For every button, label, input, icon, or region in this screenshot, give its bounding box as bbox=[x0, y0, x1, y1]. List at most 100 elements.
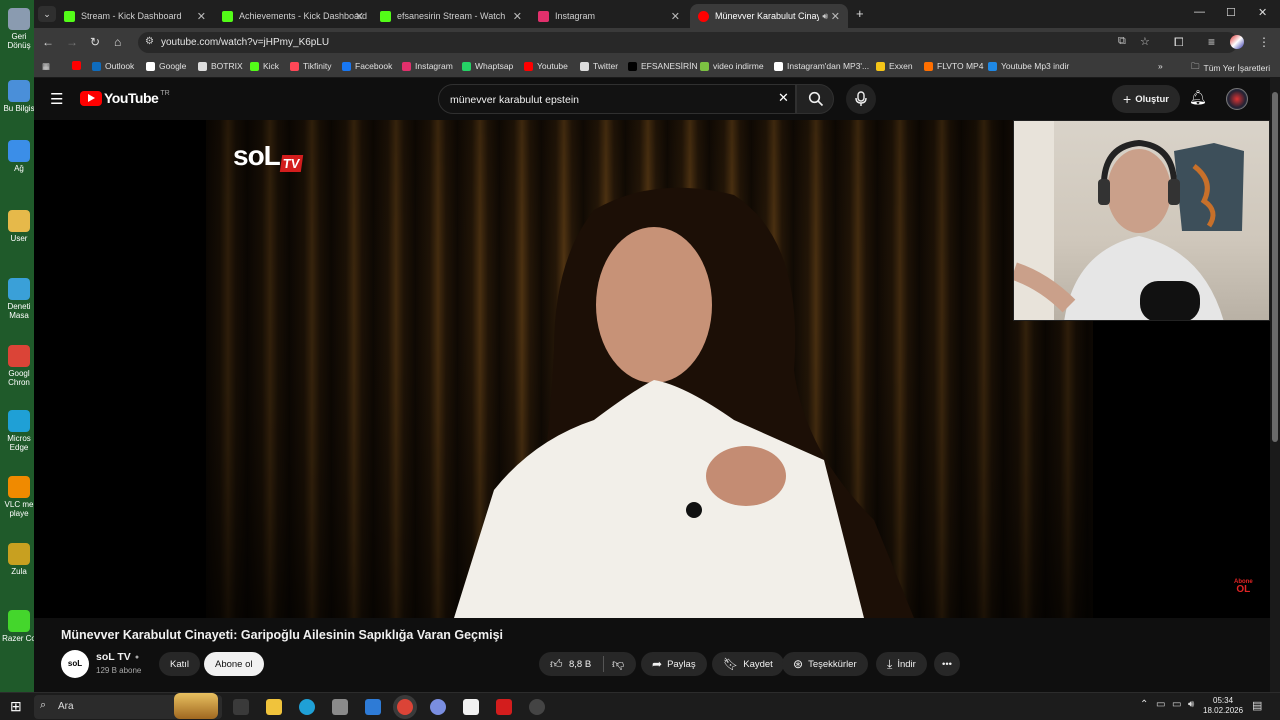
download-button[interactable]: ⤓ İndir bbox=[876, 652, 927, 676]
join-button[interactable]: Katıl bbox=[159, 652, 201, 676]
omnibox[interactable]: ⚙︎ youtube.com/watch?v=jHPmy_K6pLU ⧉ ☆ bbox=[138, 32, 1238, 53]
tab-kick-achievements[interactable]: Achievements - Kick Dashboard ✕ bbox=[214, 4, 372, 28]
store-icon[interactable] bbox=[365, 699, 381, 715]
like-count[interactable]: 8,8 B bbox=[569, 659, 591, 670]
subscribe-button[interactable]: Abone ol bbox=[204, 652, 264, 676]
desktop-icon[interactable]: VLC me playe bbox=[2, 476, 34, 518]
share-button[interactable]: ➦ Paylaş bbox=[641, 652, 707, 676]
tab-kick-watch[interactable]: efsanesirin Stream - Watch Live ✕ bbox=[372, 4, 530, 28]
media-controls-icon[interactable]: ≡ bbox=[1208, 35, 1215, 49]
bookmark-item[interactable]: Twitter bbox=[580, 61, 618, 71]
bookmark-item[interactable]: Youtube bbox=[524, 61, 568, 71]
bookmark-item[interactable] bbox=[72, 61, 85, 70]
save-button[interactable]: 🔖︎ Kaydet bbox=[712, 652, 784, 676]
maximize-icon[interactable]: ☐ bbox=[1226, 6, 1236, 19]
notepad-icon[interactable] bbox=[463, 699, 479, 715]
url-text[interactable]: youtube.com/watch?v=jHPmy_K6pLU bbox=[161, 37, 329, 48]
bookmark-item[interactable]: Outlook bbox=[92, 61, 134, 71]
create-button[interactable]: + Oluştur bbox=[1112, 85, 1180, 113]
bookmark-item[interactable]: Exxen bbox=[876, 61, 913, 71]
reload-icon[interactable]: ↻ bbox=[90, 35, 100, 49]
edge-icon[interactable] bbox=[299, 699, 315, 715]
bookmark-item[interactable]: FLVTO MP4 bbox=[924, 61, 983, 71]
tab-youtube-active[interactable]: Münevver Karabulut Cinaye 🔊︎ ✕ bbox=[690, 4, 848, 28]
app-icon[interactable] bbox=[332, 699, 348, 715]
video-player[interactable]: soL TV Abone OL bbox=[34, 120, 1270, 618]
more-bookmarks-icon[interactable]: » bbox=[1158, 61, 1163, 71]
windows-start-icon[interactable]: ⊞ bbox=[10, 698, 22, 715]
volume-icon[interactable]: 🔊︎ bbox=[1188, 699, 1194, 710]
bookmark-item[interactable]: video indirme bbox=[700, 61, 764, 71]
youtube-logo[interactable]: YouTube TR bbox=[80, 90, 170, 106]
network-icon[interactable]: ▭ bbox=[1172, 699, 1181, 710]
task-view-icon[interactable] bbox=[233, 699, 249, 715]
close-icon[interactable]: ✕ bbox=[513, 10, 522, 23]
desktop-icon[interactable]: User bbox=[2, 210, 34, 243]
channel-name-row[interactable]: soL TV ● bbox=[96, 651, 139, 663]
home-icon[interactable]: ⌂ bbox=[114, 35, 121, 49]
tab-kick-stream[interactable]: Stream - Kick Dashboard ✕ bbox=[56, 4, 214, 28]
bookmark-item[interactable]: Whaptsap bbox=[462, 61, 513, 71]
close-icon[interactable]: ✕ bbox=[671, 10, 680, 23]
search-box[interactable]: münevver karabulut epstein ✕ bbox=[438, 84, 796, 114]
desktop-icon[interactable]: Ağ bbox=[2, 140, 34, 173]
taskbar-search-box[interactable]: ⌕ Ara bbox=[34, 693, 222, 719]
app-circle-icon[interactable] bbox=[430, 699, 446, 715]
close-icon[interactable]: ✕ bbox=[355, 10, 364, 23]
hamburger-menu-icon[interactable]: ☰ bbox=[50, 90, 63, 108]
close-icon[interactable]: ✕ bbox=[831, 10, 840, 23]
tray-chevron-icon[interactable]: ⌃ bbox=[1140, 699, 1148, 710]
desktop-icon[interactable]: Razer Co bbox=[2, 610, 34, 643]
thanks-button[interactable]: ⊛ Teşekkürler bbox=[782, 652, 868, 676]
subscribe-corner-badge[interactable]: Abone OL bbox=[1234, 579, 1253, 595]
site-info-icon[interactable]: ⚙︎ bbox=[145, 36, 154, 47]
clear-search-icon[interactable]: ✕ bbox=[778, 90, 789, 106]
bookmark-item[interactable]: Instagram bbox=[402, 61, 453, 71]
speaker-icon[interactable]: 🔊︎ bbox=[822, 11, 828, 22]
menu-kebab-icon[interactable]: ⋮ bbox=[1258, 35, 1270, 49]
account-avatar[interactable] bbox=[1226, 88, 1248, 110]
all-bookmarks-link[interactable]: 🗀︎ Tüm Yer İşaretleri bbox=[1191, 61, 1270, 75]
clock[interactable]: 05:34 18.02.2026 bbox=[1203, 696, 1243, 716]
file-explorer-icon[interactable] bbox=[266, 699, 282, 715]
desktop-icon[interactable]: Bu Bilgis bbox=[2, 80, 34, 113]
bookmark-item[interactable]: Kick bbox=[250, 61, 279, 71]
bookmark-item[interactable]: EFSANESİRİN bbox=[628, 61, 698, 71]
bookmark-star-icon[interactable]: ☆ bbox=[1140, 35, 1150, 48]
bookmark-item[interactable]: Youtube Mp3 indir bbox=[988, 61, 1069, 71]
search-input[interactable]: münevver karabulut epstein bbox=[450, 94, 579, 106]
more-actions-button[interactable]: ••• bbox=[934, 652, 960, 676]
desktop-icon[interactable]: Googl Chron bbox=[2, 345, 34, 387]
forward-icon[interactable]: → bbox=[66, 35, 78, 49]
desktop-icon[interactable]: Deneti Masa bbox=[2, 278, 34, 320]
desktop-icon[interactable]: Geri Dönüş bbox=[2, 8, 34, 50]
notifications-bell-icon[interactable]: 🔔︎ bbox=[1189, 89, 1207, 106]
apps-grid-icon[interactable]: ▦ bbox=[42, 61, 50, 72]
voice-search-button[interactable] bbox=[846, 84, 876, 114]
back-icon[interactable]: ← bbox=[42, 35, 54, 49]
tab-search-button[interactable]: ⌄ bbox=[38, 6, 56, 22]
bookmark-item[interactable]: Tikfinity bbox=[290, 61, 332, 71]
minimize-icon[interactable]: — bbox=[1194, 6, 1205, 18]
desktop-icon[interactable]: Zula bbox=[2, 543, 34, 576]
extensions-icon[interactable]: ⧠ bbox=[1174, 35, 1184, 50]
bookmark-item[interactable]: Facebook bbox=[342, 61, 392, 71]
channel-avatar[interactable]: soL bbox=[61, 650, 89, 678]
notification-center-icon[interactable]: ▤ bbox=[1252, 699, 1262, 712]
tab-instagram[interactable]: Instagram ✕ bbox=[530, 4, 688, 28]
desktop-icon[interactable]: Micros Edge bbox=[2, 410, 34, 452]
dislike-icon[interactable]: 👎︎ bbox=[612, 657, 624, 672]
bookmark-item[interactable]: Google bbox=[146, 61, 186, 71]
page-scrollbar[interactable] bbox=[1270, 78, 1280, 692]
bookmark-item[interactable]: BOTRIX bbox=[198, 61, 243, 71]
scrollbar-thumb[interactable] bbox=[1272, 92, 1278, 442]
search-button[interactable] bbox=[796, 84, 834, 114]
install-app-icon[interactable]: ⧉ bbox=[1118, 35, 1126, 48]
bookmark-item[interactable]: Instagram'dan MP3'... bbox=[774, 61, 869, 71]
close-window-icon[interactable]: ✕ bbox=[1258, 6, 1267, 19]
like-icon[interactable]: 👍︎ bbox=[550, 657, 563, 672]
tray-app-icon[interactable]: ▭ bbox=[1156, 699, 1165, 710]
tf-app-icon[interactable] bbox=[496, 699, 512, 715]
chrome-icon[interactable] bbox=[397, 699, 413, 715]
profile-icon[interactable] bbox=[1230, 35, 1244, 49]
